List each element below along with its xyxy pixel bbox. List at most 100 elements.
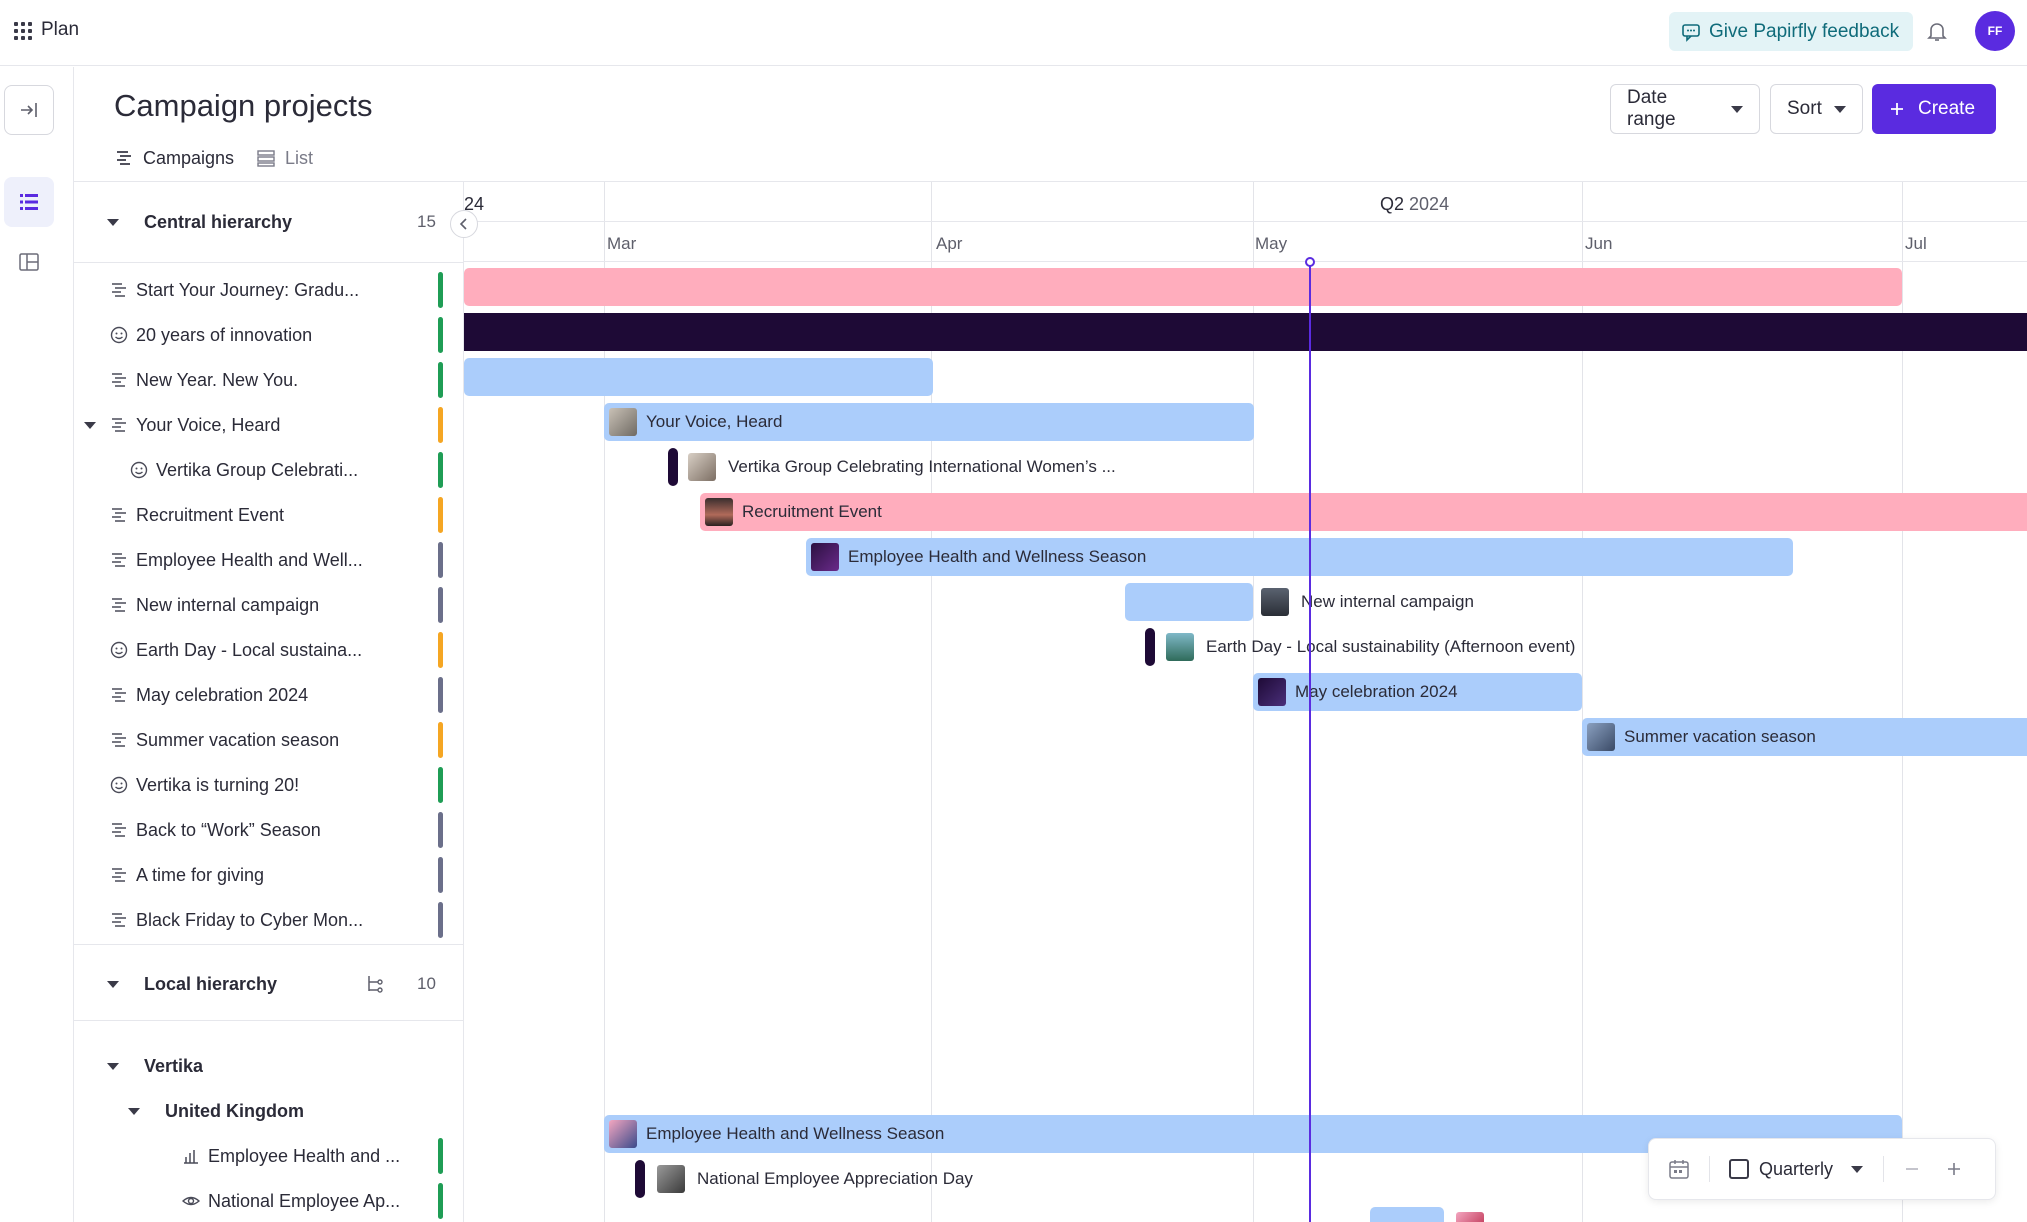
campaign-bar[interactable]	[464, 268, 1902, 306]
status-stripe	[438, 587, 443, 623]
campaign-bar[interactable]	[464, 313, 2027, 351]
tree-item[interactable]: Employee Health and ...	[74, 1134, 464, 1179]
event-marker[interactable]	[1145, 628, 1155, 666]
top-bar: Plan Give Papirfly feedback FF	[0, 0, 2027, 66]
tree-item[interactable]: New Year. New You.	[74, 358, 464, 403]
campaign-bar[interactable]: Summer vacation season	[1582, 718, 2027, 756]
tree-item[interactable]: Recruitment Event	[74, 493, 464, 538]
today-marker-line	[1309, 262, 1311, 1222]
campaign-bar[interactable]: Recruitment Event	[700, 493, 2027, 531]
status-stripe	[438, 767, 443, 803]
tree-item[interactable]: May celebration 2024	[74, 673, 464, 718]
campaign-bar[interactable]: Employee Health and Wellness Season	[806, 538, 1793, 576]
campaign-thumbnail	[1261, 588, 1289, 616]
bar-label: New internal campaign	[1301, 592, 1474, 611]
tree-item[interactable]: National Employee Ap...	[74, 1179, 464, 1222]
create-label: Create	[1918, 98, 1976, 119]
tree-item-label: Earth Day - Local sustaina...	[136, 640, 363, 660]
campaign-icon	[110, 596, 128, 614]
timeline[interactable]: 24 Q2 2024 Mar Apr May Jun Jul Your Voic…	[464, 182, 2027, 1222]
caret-down-icon[interactable]	[84, 422, 96, 429]
caret-down-icon[interactable]	[107, 219, 119, 226]
tree-item[interactable]: Earth Day - Local sustaina...	[74, 628, 464, 673]
tree-item-label: New Year. New You.	[136, 370, 299, 390]
tree-item[interactable]: Summer vacation season	[74, 718, 464, 763]
tree-item-label: Summer vacation season	[136, 730, 340, 750]
event-label[interactable]: Vertika Group Celebrating International …	[688, 448, 1116, 486]
tree-item[interactable]: Your Voice, Heard	[74, 403, 464, 448]
divider	[74, 1020, 464, 1021]
tree-item[interactable]: Black Friday to Cyber Mon...	[74, 898, 464, 943]
campaign-bar[interactable]	[1370, 1207, 1444, 1222]
tree-node-united-kingdom[interactable]: United Kingdom	[74, 1089, 464, 1134]
calendar-icon[interactable]	[1668, 1158, 1690, 1180]
tree-item[interactable]: Vertika is turning 20!	[74, 763, 464, 808]
list-timeline-icon	[20, 194, 38, 210]
avatar[interactable]: FF	[1975, 11, 2015, 51]
group-header-local[interactable]: Local hierarchy 10	[74, 944, 464, 1024]
tree-item[interactable]: Employee Health and Well...	[74, 538, 464, 583]
campaign-bar[interactable]: May celebration 2024	[1253, 673, 1582, 711]
event-label[interactable]: New internal campaign	[1261, 583, 1474, 621]
bar-label: May celebration 2024	[1295, 682, 1458, 701]
month-label: Apr	[936, 234, 963, 253]
date-range-dropdown[interactable]: Date range	[1610, 84, 1760, 134]
status-stripe	[438, 317, 443, 353]
sort-dropdown[interactable]: Sort	[1770, 84, 1863, 134]
checkbox-icon[interactable]	[1729, 1159, 1749, 1179]
tree-item[interactable]: Start Your Journey: Gradu...	[74, 268, 464, 313]
zoom-in-icon[interactable]	[1946, 1161, 1962, 1177]
tree-item[interactable]: Vertika Group Celebrati...	[74, 448, 464, 493]
campaign-bar[interactable]	[1125, 583, 1253, 621]
chart-icon	[182, 1147, 200, 1165]
caret-down-icon[interactable]	[107, 981, 119, 988]
tree-item-label: National Employee Ap...	[208, 1191, 401, 1211]
event-marker[interactable]	[668, 448, 678, 486]
create-button[interactable]: Create	[1872, 84, 1996, 134]
status-stripe	[438, 677, 443, 713]
chevron-down-icon	[1851, 1165, 1864, 1173]
tab-list[interactable]: List	[256, 144, 313, 184]
rail-item-layout[interactable]	[4, 237, 54, 287]
event-label[interactable]: National Employee Appreciation Day	[657, 1160, 973, 1198]
campaign-bar[interactable]: Your Voice, Heard	[604, 403, 1254, 441]
feedback-button[interactable]: Give Papirfly feedback	[1669, 12, 1914, 51]
timeline-quarter-header: 24 Q2 2024	[464, 182, 2027, 222]
event-marker[interactable]	[635, 1160, 645, 1198]
layout-icon	[19, 253, 39, 271]
smiley-icon	[110, 776, 128, 794]
status-stripe	[438, 722, 443, 758]
tree-item-label: Back to “Work” Season	[136, 820, 321, 840]
tree-item[interactable]: New internal campaign	[74, 583, 464, 628]
chat-icon	[1682, 23, 1700, 42]
expand-sidebar-button[interactable]	[4, 85, 54, 135]
group-header-central[interactable]: Central hierarchy 15	[74, 182, 464, 262]
caret-down-icon[interactable]	[107, 1063, 119, 1070]
rail-item-campaigns[interactable]	[4, 177, 54, 227]
page-title: Campaign projects	[114, 88, 373, 123]
campaign-icon	[110, 416, 128, 434]
tree-item[interactable]: Back to “Work” Season	[74, 808, 464, 853]
event-label[interactable]: Earth Day - Local sustainability (Aftern…	[1166, 628, 1575, 666]
caret-down-icon[interactable]	[128, 1108, 140, 1115]
campaign-icon	[110, 686, 128, 704]
campaign-thumbnail	[1166, 633, 1194, 661]
bar-label: Recruitment Event	[742, 502, 882, 521]
timescale-dropdown[interactable]: Quarterly	[1729, 1159, 1864, 1180]
campaign-bar[interactable]	[464, 358, 933, 396]
tree-item[interactable]: 20 years of innovation	[74, 313, 464, 358]
feedback-label: Give Papirfly feedback	[1709, 20, 1900, 42]
hierarchy-icon[interactable]	[365, 974, 385, 994]
status-stripe	[438, 452, 443, 488]
tree-node-vertika[interactable]: Vertika	[74, 1044, 464, 1089]
campaign-thumbnail	[609, 1120, 637, 1148]
tab-campaigns[interactable]: Campaigns	[114, 144, 235, 184]
collapse-panel-button[interactable]	[450, 210, 478, 238]
bell-icon[interactable]	[1925, 19, 1949, 43]
status-stripe	[438, 542, 443, 578]
app-grid-icon[interactable]	[14, 22, 32, 40]
zoom-out-icon[interactable]	[1904, 1161, 1920, 1177]
tree-item[interactable]: A time for giving	[74, 853, 464, 898]
campaign-thumbnail	[705, 498, 733, 526]
campaign-icon	[110, 281, 128, 299]
